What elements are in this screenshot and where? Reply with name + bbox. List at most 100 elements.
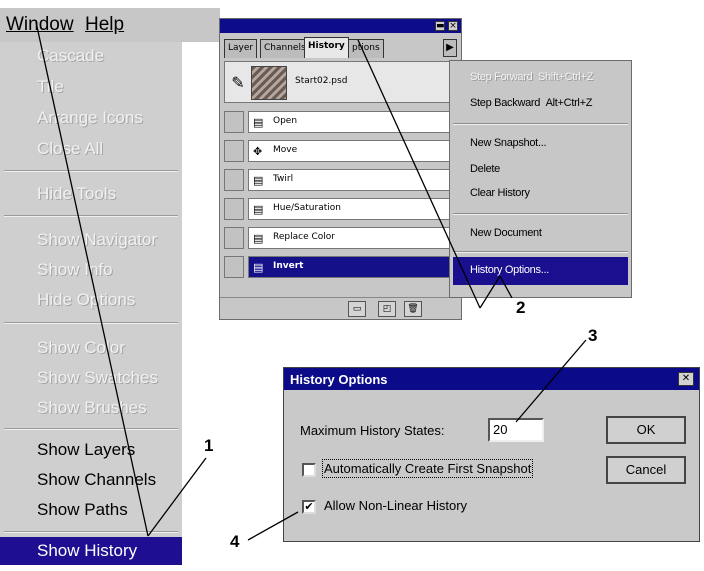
callout-number: 3 bbox=[588, 326, 598, 345]
history-step-label: Twirl bbox=[273, 174, 294, 184]
nonlinear-history-label[interactable]: Allow Non-Linear History bbox=[324, 498, 467, 513]
tab-options[interactable]: ptions bbox=[348, 39, 384, 58]
history-step-label: Open bbox=[273, 116, 298, 126]
close-icon[interactable]: × bbox=[448, 21, 458, 31]
document-icon: ▤ bbox=[253, 261, 264, 274]
nonlinear-history-checkbox[interactable]: ✔ bbox=[302, 500, 316, 514]
close-icon[interactable]: ✕ bbox=[678, 372, 694, 386]
document-icon: ▤ bbox=[253, 232, 264, 245]
history-brush-icon[interactable]: ✎ bbox=[227, 72, 249, 94]
new-snapshot-icon[interactable]: ◰ bbox=[378, 301, 396, 317]
menu-bar: Window Help bbox=[0, 8, 220, 42]
palette-menu-arrow-icon[interactable]: ▶ bbox=[443, 39, 457, 57]
history-step-label: Move bbox=[273, 145, 298, 155]
ok-button[interactable]: OK bbox=[606, 416, 686, 444]
callout-number: 2 bbox=[516, 298, 526, 317]
history-step-selected[interactable]: ▤ Invert bbox=[224, 254, 450, 280]
history-step[interactable]: ▤ Hue/Saturation bbox=[224, 196, 450, 222]
help-menu-label: Help bbox=[85, 14, 125, 35]
history-brush-source-box[interactable] bbox=[224, 111, 244, 133]
menu-item-tile[interactable]: Tile bbox=[37, 77, 64, 97]
history-step-label-box[interactable]: ✥ Move bbox=[248, 140, 450, 162]
help-menu[interactable]: Help bbox=[85, 14, 124, 36]
document-icon: ▤ bbox=[253, 116, 264, 129]
history-steps-list: ▤ Open ✥ Move ▤ Twirl ▤ Hue/Saturation ▤… bbox=[224, 109, 450, 283]
menu-item-show-paths[interactable]: Show Paths bbox=[37, 500, 128, 520]
history-step-label: Invert bbox=[273, 261, 304, 271]
history-brush-source-box[interactable] bbox=[224, 140, 244, 162]
history-step-label-box[interactable]: ▤ Open bbox=[248, 111, 450, 133]
menu-separator bbox=[453, 213, 628, 215]
history-step-label: Hue/Saturation bbox=[273, 203, 341, 213]
menu-item-show-navigator[interactable]: Show Navigator bbox=[37, 230, 157, 250]
history-options-dialog: History Options ✕ Maximum History States… bbox=[283, 367, 700, 542]
dialog-title: History Options bbox=[290, 372, 388, 387]
history-step[interactable]: ▤ Twirl bbox=[224, 167, 450, 193]
menu-item-show-history[interactable]: Show History bbox=[37, 541, 137, 561]
menu-item-close-all[interactable]: Close All bbox=[37, 139, 103, 159]
menu-item-new-document[interactable]: New Document bbox=[470, 227, 542, 239]
history-brush-source-box[interactable] bbox=[224, 198, 244, 220]
history-palette: ▬ × Layer Channels ptions History ▶ ✎ St… bbox=[219, 18, 462, 320]
trash-icon[interactable]: 🗑 bbox=[404, 301, 422, 317]
minimize-icon[interactable]: ▬ bbox=[435, 21, 445, 31]
cancel-button[interactable]: Cancel bbox=[606, 456, 686, 484]
menu-separator bbox=[453, 251, 628, 253]
menu-item-hide-tools[interactable]: Hide Tools bbox=[37, 184, 116, 204]
callout-number: 1 bbox=[204, 436, 214, 455]
snapshot-thumbnail bbox=[251, 66, 287, 100]
auto-snapshot-checkbox[interactable] bbox=[302, 463, 316, 477]
dialog-title-bar[interactable]: History Options ✕ bbox=[284, 368, 699, 390]
menu-separator bbox=[4, 322, 178, 324]
auto-snapshot-label[interactable]: Automatically Create First Snapshot bbox=[321, 459, 534, 478]
history-step-label: Replace Color bbox=[273, 232, 335, 242]
menu-separator bbox=[4, 531, 178, 533]
tab-history[interactable]: History bbox=[304, 37, 349, 58]
history-brush-source-box[interactable] bbox=[224, 169, 244, 191]
menu-item-show-channels[interactable]: Show Channels bbox=[37, 470, 156, 490]
palette-title-bar[interactable]: ▬ × bbox=[220, 19, 461, 33]
menu-item-step-forward[interactable]: Step Forward Shift+Ctrl+Z bbox=[470, 71, 593, 83]
history-palette-menu: Step Forward Shift+Ctrl+Z Step Backward … bbox=[449, 60, 632, 298]
history-step-label-box[interactable]: ▤ Invert bbox=[248, 256, 450, 278]
new-document-icon[interactable]: ▭ bbox=[348, 301, 366, 317]
step-forward-shortcut: Shift+Ctrl+Z bbox=[537, 71, 594, 83]
max-history-states-input[interactable]: 20 bbox=[488, 418, 544, 442]
history-step-label-box[interactable]: ▤ Twirl bbox=[248, 169, 450, 191]
tab-channels[interactable]: Channels bbox=[260, 39, 310, 58]
callout-number: 4 bbox=[230, 532, 240, 551]
step-backward-shortcut: Alt+Ctrl+Z bbox=[545, 97, 593, 109]
history-step[interactable]: ▤ Open bbox=[224, 109, 450, 135]
max-history-states-label: Maximum History States: bbox=[300, 423, 445, 438]
history-step[interactable]: ▤ Replace Color bbox=[224, 225, 450, 251]
window-menu-label: Window bbox=[6, 14, 74, 35]
tab-layers[interactable]: Layer bbox=[224, 39, 258, 58]
menu-separator bbox=[453, 123, 628, 125]
menu-item-cascade[interactable]: Cascade bbox=[37, 46, 104, 66]
window-menu-dropdown: Cascade Tile Arrange Icons Close All Hid… bbox=[0, 42, 182, 565]
menu-item-history-options[interactable]: History Options... bbox=[470, 264, 549, 276]
history-brush-source-box[interactable] bbox=[224, 227, 244, 249]
history-step-label-box[interactable]: ▤ Hue/Saturation bbox=[248, 198, 450, 220]
menu-item-show-info[interactable]: Show Info bbox=[37, 260, 113, 280]
history-step-label-box[interactable]: ▤ Replace Color bbox=[248, 227, 450, 249]
palette-footer: ▭ ◰ 🗑 bbox=[220, 297, 461, 319]
menu-item-clear-history[interactable]: Clear History bbox=[470, 187, 530, 199]
menu-separator bbox=[4, 215, 178, 217]
step-forward-label: Step Forward bbox=[470, 71, 533, 83]
window-menu[interactable]: Window bbox=[6, 14, 74, 36]
document-icon: ▤ bbox=[253, 174, 264, 187]
menu-separator bbox=[4, 170, 178, 172]
menu-item-step-backward[interactable]: Step Backward Alt+Ctrl+Z bbox=[470, 97, 592, 109]
snapshot-row[interactable]: ✎ Start02.psd bbox=[224, 61, 450, 103]
menu-item-new-snapshot[interactable]: New Snapshot... bbox=[470, 137, 547, 149]
menu-item-show-color[interactable]: Show Color bbox=[37, 338, 125, 358]
history-step[interactable]: ✥ Move bbox=[224, 138, 450, 164]
menu-item-delete[interactable]: Delete bbox=[470, 163, 500, 175]
menu-item-hide-options[interactable]: Hide Options bbox=[37, 290, 135, 310]
history-brush-source-box[interactable] bbox=[224, 256, 244, 278]
menu-item-arrange-icons[interactable]: Arrange Icons bbox=[37, 108, 143, 128]
menu-item-show-brushes[interactable]: Show Brushes bbox=[37, 398, 147, 418]
menu-item-show-swatches[interactable]: Show Swatches bbox=[37, 368, 158, 388]
menu-item-show-layers[interactable]: Show Layers bbox=[37, 440, 135, 460]
